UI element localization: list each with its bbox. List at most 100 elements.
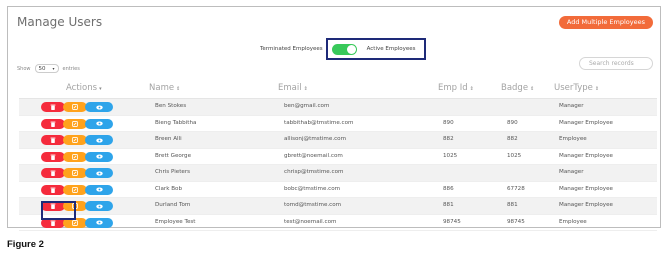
view-button[interactable] — [85, 184, 113, 195]
manage-users-panel: Manage Users Add Multiple Employees Term… — [7, 6, 661, 231]
sort-icon: ⇕ — [176, 86, 181, 92]
trash-icon — [50, 170, 56, 176]
view-button[interactable] — [85, 102, 113, 112]
delete-button[interactable] — [41, 168, 65, 178]
sort-icon: ⇕ — [303, 86, 308, 92]
cell-badge: 890 — [507, 119, 518, 126]
view-button[interactable] — [85, 151, 113, 162]
cell-emp-id: 886 — [443, 185, 454, 192]
add-multiple-employees-button[interactable]: Add Multiple Employees — [558, 16, 653, 29]
column-header-actions[interactable]: Actions ▾ — [66, 83, 102, 93]
cell-badge: 882 — [507, 136, 518, 142]
column-header-emp-id[interactable]: Emp Id ⇕ — [438, 83, 474, 93]
view-button[interactable] — [85, 201, 113, 211]
cell-emp-id: 98745 — [443, 218, 461, 225]
edit-button[interactable] — [63, 168, 87, 178]
cell-email: test@noemail.com — [284, 218, 337, 225]
delete-button[interactable] — [41, 135, 65, 145]
cell-email: allisonj@tmstime.com — [284, 136, 347, 142]
eye-icon — [95, 154, 103, 159]
cell-usertype: Manager Employee — [559, 202, 614, 208]
eye-icon — [95, 121, 103, 126]
cell-badge: 98745 — [507, 218, 525, 225]
view-button[interactable] — [85, 118, 113, 129]
cell-name: Breen Alli — [155, 136, 182, 142]
edit-button[interactable] — [63, 135, 87, 145]
users-table: Actions ▾ Name ⇕ Email ⇕ Emp Id ⇕ Badge ⇕ Use… — [19, 81, 657, 231]
cell-usertype: Manager Employee — [559, 185, 614, 192]
sort-icon: ⇕ — [594, 86, 600, 92]
table-row: Brett George gbrett@noemail.com 1025 1025 Ma… — [19, 149, 657, 165]
edit-button[interactable] — [63, 151, 87, 162]
pencil-icon — [72, 186, 78, 193]
cell-name: Ben Stokes — [155, 103, 187, 109]
eye-icon — [95, 220, 103, 225]
cell-email: gbrett@noemail.com — [284, 152, 343, 159]
column-header-email[interactable]: Email ⇕ — [278, 83, 308, 93]
column-header-usertype[interactable]: UserType ⇕ — [554, 83, 599, 93]
column-header-badge[interactable]: Badge ⇕ — [501, 83, 534, 93]
row-actions — [41, 184, 113, 195]
view-button[interactable] — [85, 135, 113, 145]
view-button[interactable] — [85, 217, 113, 228]
cell-email: tabbithab@tmstime.com — [284, 119, 354, 126]
cell-usertype: Manager — [559, 169, 584, 175]
search-records-input[interactable]: Search records — [579, 57, 653, 70]
table-row: Durland Tom tomd@tmstime.com 881 881 Manager… — [19, 198, 657, 215]
table-body: Ben Stokes ben@gmail.com Manager Bieng Tabb… — [19, 99, 657, 231]
cell-usertype: Employee — [559, 218, 587, 225]
table-row: Clark Bob bobc@tmstime.com 886 67728 Manager… — [19, 182, 657, 198]
eye-icon — [95, 170, 103, 176]
pencil-icon — [72, 153, 78, 160]
column-header-name[interactable]: Name ⇕ — [149, 83, 180, 93]
sort-desc-icon: ▾ — [99, 86, 102, 92]
cell-emp-id: 881 — [443, 202, 454, 208]
delete-button[interactable] — [41, 102, 65, 112]
pencil-icon — [72, 120, 78, 127]
terminated-employees-label: Terminated Employees — [260, 46, 323, 52]
eye-icon — [95, 137, 103, 143]
trash-icon — [50, 121, 56, 127]
table-row: Employee Test test@noemail.com 98745 98745 E… — [19, 215, 657, 231]
page-length-control: Show 50 ▾ entries — [17, 64, 80, 73]
cell-badge: 67728 — [507, 185, 525, 192]
cell-email: bobc@tmstime.com — [284, 185, 341, 192]
delete-button[interactable] — [41, 151, 65, 162]
edit-button[interactable] — [63, 118, 87, 129]
cell-name: Brett George — [155, 152, 192, 159]
row-actions — [41, 151, 113, 162]
show-label: Show — [17, 65, 31, 72]
cell-name: Chris Pieters — [155, 169, 191, 175]
page-title: Manage Users — [17, 15, 103, 29]
row-actions — [41, 102, 113, 112]
table-row: Ben Stokes ben@gmail.com Manager — [19, 99, 657, 116]
table-row: Bieng Tabbitha tabbithab@tmstime.com 890 89… — [19, 116, 657, 132]
edit-button[interactable] — [63, 184, 87, 195]
delete-button[interactable] — [41, 184, 65, 195]
trash-icon — [50, 137, 56, 143]
cell-name: Employee Test — [155, 218, 196, 225]
table-header: Actions ▾ Name ⇕ Email ⇕ Emp Id ⇕ Badge ⇕ Use… — [19, 81, 657, 99]
cell-name: Clark Bob — [155, 185, 183, 192]
cell-name: Bieng Tabbitha — [155, 119, 197, 126]
eye-icon — [95, 203, 103, 209]
eye-icon — [95, 104, 103, 110]
cell-email: chrisp@tmstime.com — [284, 169, 344, 175]
pencil-icon — [72, 170, 78, 176]
cell-usertype: Manager Employee — [559, 152, 614, 159]
sort-icon: ⇕ — [530, 86, 535, 92]
delete-button[interactable] — [41, 118, 65, 129]
row-actions — [41, 135, 113, 145]
edit-button[interactable] — [63, 102, 87, 112]
pencil-icon — [72, 219, 78, 226]
entries-per-page-select[interactable]: 50 ▾ — [34, 64, 59, 73]
figure-caption: Figure 2 — [7, 239, 44, 250]
pencil-icon — [72, 104, 78, 110]
row-actions — [41, 118, 113, 129]
cell-emp-id: 1025 — [443, 152, 458, 159]
sort-icon: ⇕ — [469, 86, 474, 92]
toggle-highlight-box — [326, 38, 426, 60]
chevron-down-icon: ▾ — [52, 66, 55, 71]
cell-email: tomd@tmstime.com — [284, 202, 342, 208]
view-button[interactable] — [85, 168, 113, 178]
